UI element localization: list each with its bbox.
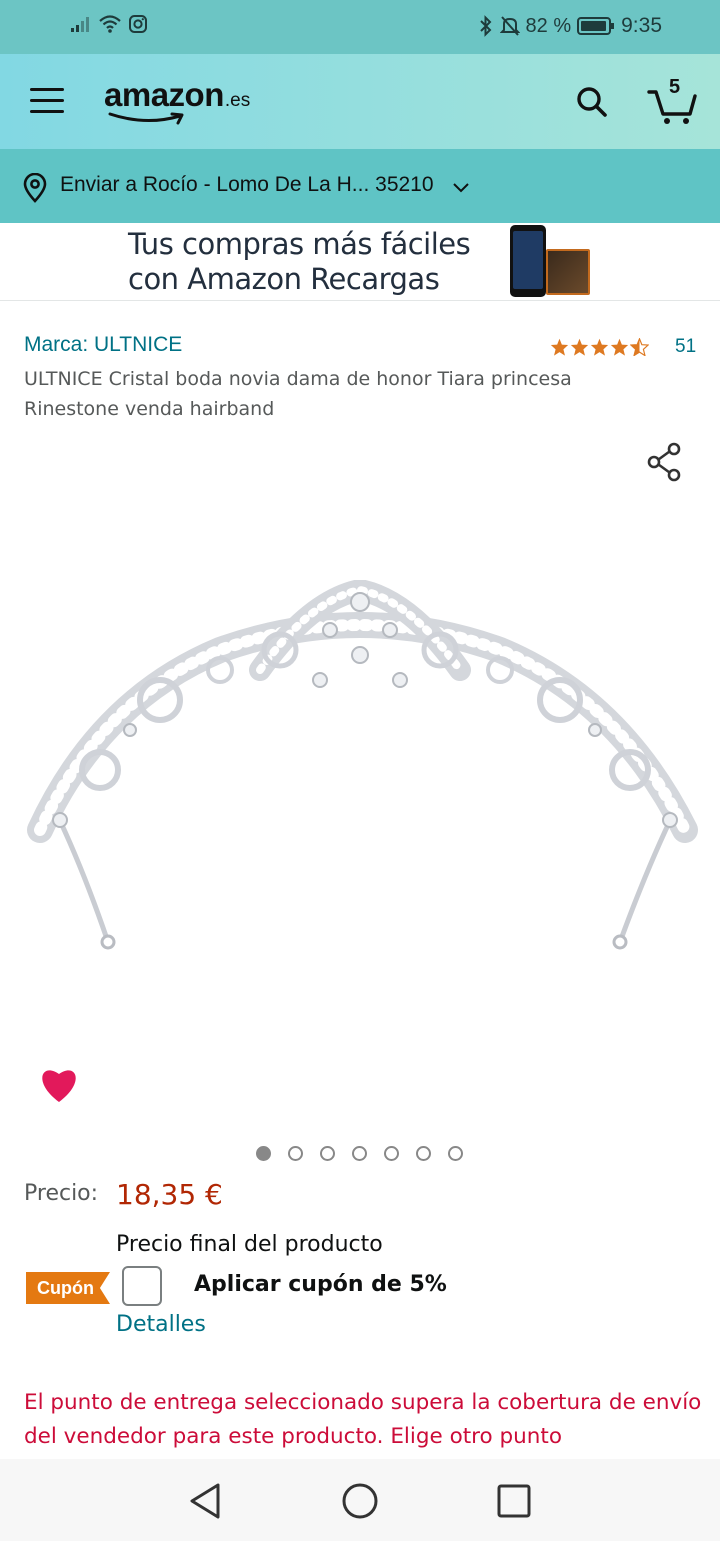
brand-link[interactable]: Marca: ULTNICE	[24, 333, 182, 357]
clock: 9:35	[621, 14, 662, 37]
carousel-dot[interactable]	[288, 1146, 303, 1161]
carousel-dot[interactable]	[448, 1146, 463, 1161]
price-label: Precio:	[24, 1181, 99, 1206]
battery-percent: 82 %	[525, 14, 572, 37]
smile-arrow-icon	[108, 112, 184, 125]
coupon-checkbox[interactable]	[122, 1266, 162, 1306]
product-title: ULTNICE Cristal boda novia dama de honor…	[24, 368, 572, 420]
instagram-icon	[129, 15, 147, 33]
system-navigation-bar	[0, 1459, 720, 1541]
carousel-dot[interactable]	[416, 1146, 431, 1161]
location-pin-icon	[23, 173, 47, 203]
cart-count: 5	[669, 76, 681, 98]
amazon-logo[interactable]: amazon.es	[104, 76, 250, 126]
wishlist-button[interactable]	[38, 1064, 80, 1104]
coupon-text: Aplicar cupón de 5%	[194, 1272, 447, 1297]
promo-banner-text: Tus compras más fáciles con Amazon Recar…	[128, 227, 471, 297]
carousel-dot[interactable]	[256, 1146, 271, 1161]
logo-tld: .es	[224, 90, 251, 111]
promo-line-2: con Amazon Recargas	[128, 262, 440, 296]
recents-button[interactable]	[494, 1481, 534, 1521]
carousel-dot[interactable]	[320, 1146, 335, 1161]
star-icon	[610, 338, 629, 356]
search-icon	[577, 87, 607, 117]
status-bar: 82 % 9:35	[0, 0, 720, 54]
delivery-location-bar[interactable]: Enviar a Rocío - Lomo De La H... 35210	[0, 149, 720, 223]
wifi-icon	[99, 15, 121, 33]
back-triangle-icon	[190, 1483, 220, 1519]
price-value: 18,35 €	[116, 1178, 223, 1211]
home-circle-icon	[342, 1483, 378, 1519]
recents-square-icon	[497, 1484, 531, 1518]
signal-icon	[71, 17, 89, 32]
delivery-warning: El punto de entrega seleccionado supera …	[24, 1390, 702, 1449]
promo-banner[interactable]: Tus compras más fáciles con Amazon Recar…	[0, 223, 720, 301]
logo-wordmark: amazon	[104, 76, 224, 113]
home-button[interactable]	[340, 1481, 380, 1521]
cart-button[interactable]: 5	[646, 76, 698, 126]
coupon-details-link[interactable]: Detalles	[116, 1312, 206, 1337]
half-star-icon	[630, 338, 649, 356]
back-button[interactable]	[186, 1481, 226, 1521]
tiara-image	[27, 578, 698, 950]
app-header: amazon.es 5	[0, 54, 720, 149]
product-image[interactable]	[20, 578, 700, 970]
price-note: Precio final del producto	[116, 1232, 383, 1257]
bluetooth-icon	[479, 15, 491, 37]
rating-count: 51	[675, 336, 697, 357]
mute-bell-icon	[499, 16, 520, 36]
share-icon	[647, 442, 681, 482]
promo-line-1: Tus compras más fáciles	[128, 227, 471, 261]
search-button[interactable]	[574, 84, 610, 120]
phone-graphic	[510, 225, 546, 297]
share-button[interactable]	[644, 440, 686, 484]
star-rating	[550, 338, 649, 356]
coupon-badge: Cupón	[26, 1272, 110, 1304]
heart-icon	[42, 1070, 76, 1102]
carousel-dot[interactable]	[384, 1146, 399, 1161]
star-icon	[590, 338, 609, 356]
status-icons-left	[70, 14, 148, 34]
hamburger-icon	[30, 88, 64, 91]
delivery-location-text: Enviar a Rocío - Lomo De La H... 35210	[60, 173, 434, 196]
star-icon	[550, 338, 569, 356]
rating-summary[interactable]: 51	[550, 336, 696, 358]
menu-button[interactable]	[30, 88, 64, 116]
star-icon	[570, 338, 589, 356]
carousel-dot[interactable]	[352, 1146, 367, 1161]
battery-icon	[577, 17, 615, 35]
image-carousel-dots	[256, 1146, 463, 1161]
card-graphic	[546, 249, 590, 295]
chevron-down-icon	[453, 183, 469, 193]
status-icons-right: 82 % 9:35	[478, 14, 662, 38]
